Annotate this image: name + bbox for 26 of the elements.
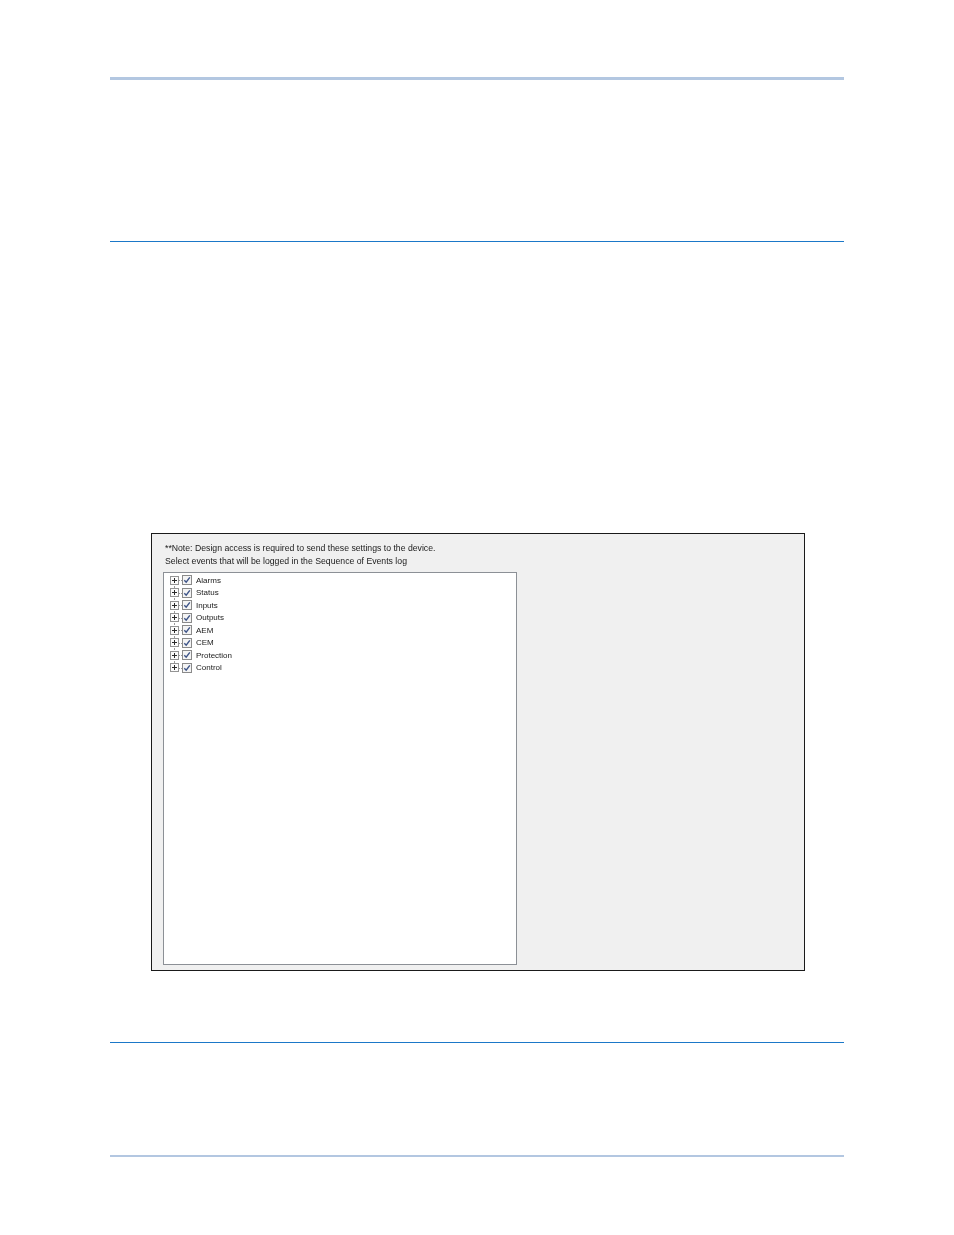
plus-box-icon[interactable]	[170, 638, 179, 648]
checkbox[interactable]	[182, 587, 192, 598]
note-text: **Note: Design access is required to send these settings to the device.	[165, 542, 436, 555]
tree-item-label[interactable]: Control	[196, 662, 222, 674]
tree-item-label[interactable]: Outputs	[196, 612, 224, 624]
plus-box-icon[interactable]	[170, 613, 179, 623]
plus-box-icon[interactable]	[170, 663, 179, 673]
checkbox[interactable]	[182, 662, 192, 673]
checkbox[interactable]	[182, 575, 192, 586]
plus-box-icon[interactable]	[170, 600, 179, 610]
tree-item-label[interactable]: Status	[196, 587, 219, 599]
instruction-text: Select events that will be logged in the Sequence of Events log	[165, 555, 407, 568]
plus-box-icon[interactable]	[170, 625, 179, 635]
tree-item-label[interactable]: Alarms	[196, 574, 221, 586]
tree-item-label[interactable]: AEM	[196, 624, 214, 636]
checkbox[interactable]	[182, 625, 192, 636]
plus-box-icon[interactable]	[170, 650, 179, 660]
tree-item-label[interactable]: CEM	[196, 637, 214, 649]
plus-box-icon[interactable]	[170, 575, 179, 585]
checkbox[interactable]	[182, 650, 192, 661]
plus-box-icon[interactable]	[170, 588, 179, 598]
tree-item-label[interactable]: Inputs	[196, 599, 218, 611]
checkbox[interactable]	[182, 637, 192, 648]
checkbox[interactable]	[182, 600, 192, 611]
checkbox[interactable]	[182, 612, 192, 623]
tree-item-label[interactable]: Protection	[196, 649, 233, 661]
